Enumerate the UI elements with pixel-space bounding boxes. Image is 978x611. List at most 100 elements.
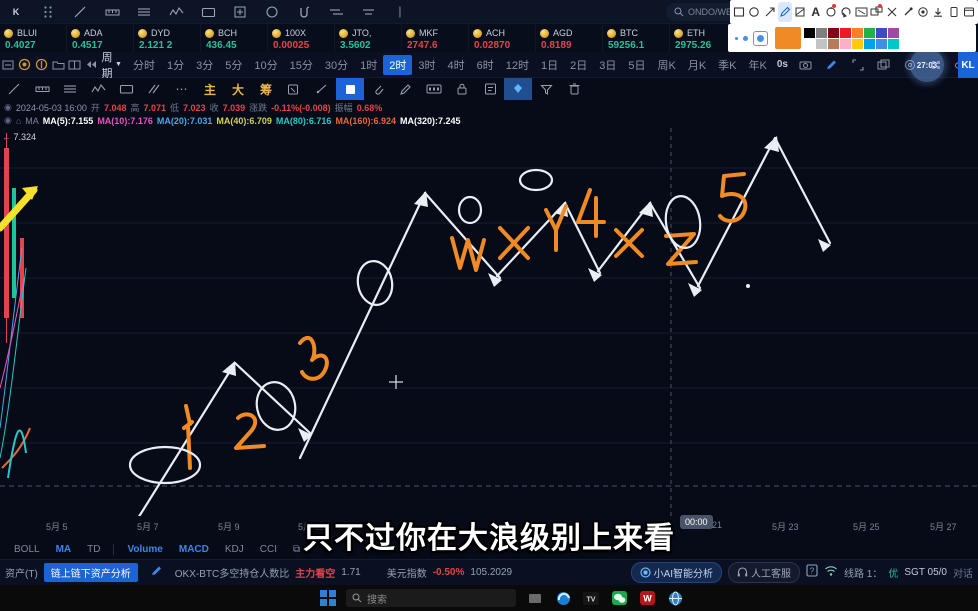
pen-icon[interactable] <box>144 565 169 580</box>
timeframe-4h[interactable]: 4时 <box>441 55 470 75</box>
timeframe-15m[interactable]: 15分 <box>284 55 319 75</box>
alert-icon[interactable]: ⌂ <box>16 116 21 126</box>
rectangle-tool-icon[interactable] <box>192 0 224 24</box>
filter-icon[interactable] <box>532 78 560 100</box>
wave-icon[interactable] <box>84 78 112 100</box>
wave-tool-icon[interactable] <box>160 0 192 24</box>
ticker-item[interactable]: DYD 2.121 2 <box>134 24 201 52</box>
big-indicator-button[interactable]: 大 <box>224 78 252 100</box>
help-icon[interactable]: ? <box>806 563 818 582</box>
timeframe-3h[interactable]: 3时 <box>412 55 441 75</box>
ticker-item[interactable]: BCH 436.45 <box>201 24 268 52</box>
timeframe-week[interactable]: 周K <box>651 55 681 75</box>
compare-icon[interactable] <box>66 52 83 78</box>
swatch[interactable] <box>864 38 875 49</box>
text-tool-icon[interactable]: A <box>809 2 823 22</box>
swatch[interactable] <box>888 38 899 49</box>
magnet-tool-icon[interactable] <box>288 0 320 24</box>
w-app-icon[interactable]: W <box>638 589 656 607</box>
ticker-item[interactable]: JTO, 3.5602 <box>335 24 402 52</box>
screen-share-icon[interactable] <box>870 2 884 22</box>
note-icon[interactable] <box>476 78 504 100</box>
brush-size-medium[interactable] <box>743 35 748 41</box>
taskbar-search-input[interactable]: 搜索 <box>346 589 516 607</box>
ruler-tool-icon[interactable] <box>96 0 128 24</box>
align2-tool-icon[interactable] <box>352 0 384 24</box>
line-tool-icon[interactable] <box>64 0 96 24</box>
swatch[interactable] <box>852 38 863 49</box>
timeframe-12h[interactable]: 12时 <box>500 55 535 75</box>
app-badge-icon[interactable]: K <box>0 0 32 24</box>
more-tools-icon[interactable]: ❘ <box>384 0 416 24</box>
trend-icon[interactable] <box>308 78 336 100</box>
windows-start-icon[interactable] <box>320 590 336 606</box>
crosshair-box-icon[interactable] <box>224 0 256 24</box>
timeframe-quarter[interactable]: 季K <box>712 55 742 75</box>
rect-draw-icon[interactable] <box>732 2 746 22</box>
timeframe-3d[interactable]: 3日 <box>593 55 622 75</box>
chain-analysis-chip[interactable]: 链上链下资产分析 <box>43 563 138 582</box>
more-icon[interactable]: ⋯ <box>168 78 196 100</box>
timeframe-2d[interactable]: 2日 <box>564 55 593 75</box>
timeframe-year[interactable]: 年K <box>743 55 773 75</box>
swatch[interactable] <box>876 38 887 49</box>
swatch[interactable] <box>804 38 815 49</box>
swatch[interactable] <box>816 38 827 49</box>
horizontal-lines-icon[interactable] <box>128 0 160 24</box>
swatch[interactable] <box>876 27 887 38</box>
swatch[interactable] <box>816 27 827 38</box>
mobile-icon[interactable] <box>946 2 960 22</box>
visibility-toggle-icon[interactable]: ◉ <box>4 115 12 126</box>
chat-label[interactable]: 对话 <box>953 565 973 580</box>
pen-draw-icon[interactable] <box>777 2 793 22</box>
brush-size-large[interactable] <box>753 30 768 46</box>
eyedropper-icon[interactable] <box>504 78 532 100</box>
wechat-icon[interactable] <box>610 589 628 607</box>
main-indicator-button[interactable]: 主 <box>196 78 224 100</box>
support-button[interactable]: 人工客服 <box>728 562 801 583</box>
timeframe-6h[interactable]: 6时 <box>471 55 500 75</box>
cycle-dropdown[interactable]: 周期 ▼ <box>99 49 127 81</box>
arrow-draw-icon[interactable] <box>763 2 777 22</box>
folder-icon[interactable] <box>50 52 67 78</box>
record-icon[interactable] <box>916 2 930 22</box>
tradingview-icon[interactable]: TV <box>582 589 600 607</box>
trash-icon[interactable] <box>560 78 588 100</box>
grid-handle-icon[interactable] <box>32 0 64 24</box>
layout-icon[interactable] <box>0 52 17 78</box>
ellipse-draw-icon[interactable] <box>747 2 761 22</box>
ticker-item[interactable]: 100X 0.00025 <box>268 24 335 52</box>
timeframe-2h[interactable]: 2时 <box>383 54 413 75</box>
pen-draw-icon[interactable] <box>392 78 420 100</box>
ticker-item[interactable]: BTC 59256.1 <box>603 24 670 52</box>
timeframe-1h[interactable]: 1时 <box>354 55 383 75</box>
fullscreen-icon[interactable] <box>846 53 870 77</box>
timeframe-fenshi[interactable]: 分时 <box>127 55 161 75</box>
swatch[interactable] <box>804 27 815 38</box>
globe-icon[interactable] <box>666 589 684 607</box>
measure-icon[interactable] <box>28 78 56 100</box>
timeframe-1d[interactable]: 1日 <box>535 55 564 75</box>
swatch[interactable] <box>864 27 875 38</box>
align-tool-icon[interactable] <box>320 0 352 24</box>
timeframe-5m[interactable]: 5分 <box>219 55 248 75</box>
timeframe-30m[interactable]: 30分 <box>319 55 354 75</box>
timeframe-month[interactable]: 月K <box>682 55 712 75</box>
pin-icon[interactable] <box>900 2 914 22</box>
kline-badge[interactable]: KL <box>958 52 978 78</box>
rect-icon[interactable] <box>112 78 140 100</box>
horizontal-icon[interactable] <box>56 78 84 100</box>
price-chart-canvas[interactable] <box>0 128 978 516</box>
coin-icon[interactable] <box>17 52 34 78</box>
timeframe-1m[interactable]: 1分 <box>161 55 190 75</box>
download-icon[interactable] <box>931 2 945 22</box>
copy-icon[interactable] <box>280 78 308 100</box>
swatch[interactable] <box>840 27 851 38</box>
highlighter-icon[interactable] <box>793 2 807 22</box>
swatch[interactable] <box>840 38 851 49</box>
camera-icon[interactable] <box>794 53 818 77</box>
ticker-item[interactable]: AGD 0.8189 <box>536 24 603 52</box>
scatter-icon[interactable] <box>885 2 899 22</box>
trendline-icon[interactable] <box>0 78 28 100</box>
parallel-icon[interactable] <box>140 78 168 100</box>
